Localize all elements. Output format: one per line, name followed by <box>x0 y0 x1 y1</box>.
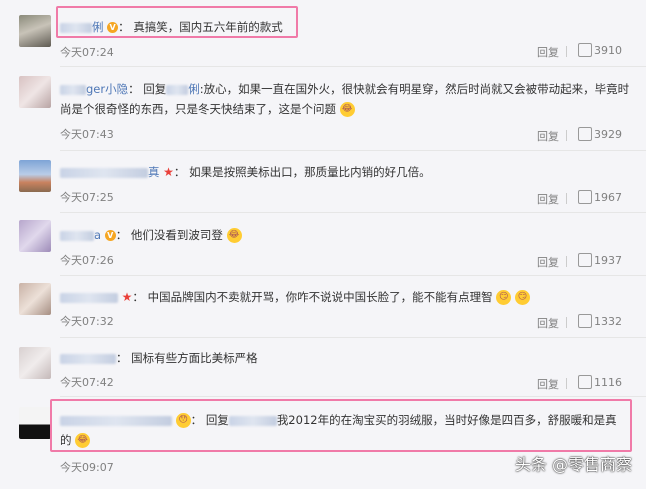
like-button[interactable]: 1116 <box>578 375 622 390</box>
comment-time: 今天07:25 <box>60 191 114 204</box>
comment-list: 俐 V： 真搞笑，国内五六年前的款式 今天07:24 回复 3910 ger小隐… <box>0 0 646 489</box>
username-blurred[interactable] <box>60 84 86 95</box>
avatar[interactable] <box>19 347 51 379</box>
username-blurred[interactable] <box>60 353 116 364</box>
row-divider <box>60 337 646 338</box>
divider <box>566 130 567 141</box>
like-button[interactable]: 1332 <box>578 314 622 329</box>
watermark: 头条 @零售商察 <box>514 455 632 474</box>
username-blurred[interactable] <box>60 292 118 303</box>
avatar[interactable] <box>19 220 51 252</box>
row-divider <box>60 212 646 213</box>
comment-text: 国标有些方面比美标严格 <box>131 351 258 365</box>
like-count: 3910 <box>594 44 622 57</box>
reply-target-blurred[interactable] <box>166 84 189 95</box>
username[interactable]: a <box>94 228 101 242</box>
star-badge-icon: ★ <box>121 290 133 304</box>
laughing-emoji-icon: 😂 <box>226 228 242 243</box>
like-count: 1967 <box>594 191 622 204</box>
grinning-emoji-icon: 😏 <box>496 290 512 305</box>
like-count: 3929 <box>594 128 622 141</box>
like-button[interactable]: 1967 <box>578 190 622 205</box>
divider <box>566 378 567 389</box>
reply-prefix: 回复 <box>143 82 167 96</box>
reply-button[interactable]: 回复 <box>537 44 559 60</box>
comment-time: 今天07:43 <box>60 128 114 141</box>
comment-body: ★： 中国品牌国内不卖就开骂，你咋不说说中国长脸了，能不能有点理智 😏 😏 <box>60 287 632 307</box>
comment-body: a V： 他们没看到波司登 😂 <box>60 225 632 245</box>
username-blurred[interactable] <box>60 230 94 241</box>
comment-text: 如果是按照美标出口，那质量比内销的好几倍。 <box>189 165 431 179</box>
username[interactable]: 真 <box>148 165 160 179</box>
thumbs-up-icon <box>578 127 592 141</box>
reply-button[interactable]: 回复 <box>537 254 559 270</box>
star-badge-icon: ★ <box>163 165 174 179</box>
reply-button[interactable]: 回复 <box>537 315 559 331</box>
reply-button[interactable]: 回复 <box>537 376 559 392</box>
avatar[interactable] <box>19 15 51 47</box>
reply-button[interactable]: 回复 <box>537 191 559 207</box>
divider <box>566 46 567 57</box>
row-divider <box>60 275 646 276</box>
divider <box>566 193 567 204</box>
like-count: 1116 <box>594 376 622 389</box>
avatar[interactable] <box>19 283 51 315</box>
highlight-box <box>56 6 298 38</box>
like-button[interactable]: 3929 <box>578 127 622 142</box>
comment-time: 今天07:26 <box>60 254 114 267</box>
highlight-box <box>50 399 632 452</box>
thumbs-up-icon <box>578 314 592 328</box>
avatar[interactable] <box>19 160 51 192</box>
grinning-emoji-icon: 😏 <box>514 290 530 305</box>
verified-badge-icon: V <box>104 230 116 241</box>
username[interactable]: ger小隐 <box>86 82 128 96</box>
comment-text: 他们没看到波司登 <box>130 228 223 242</box>
reply-button[interactable]: 回复 <box>537 128 559 144</box>
reply-target[interactable]: 俐 <box>188 82 200 96</box>
like-count: 1332 <box>594 315 622 328</box>
like-button[interactable]: 1937 <box>578 253 622 268</box>
comment-body: ： 国标有些方面比美标严格 <box>60 348 632 368</box>
divider <box>566 317 567 328</box>
comment-time: 今天07:24 <box>60 46 114 59</box>
row-divider <box>60 396 646 397</box>
username-blurred[interactable] <box>60 167 148 178</box>
thumbs-up-icon <box>578 190 592 204</box>
row-divider <box>60 66 646 67</box>
divider <box>566 256 567 267</box>
thumbs-up-icon <box>578 253 592 267</box>
comment-time: 今天07:42 <box>60 376 114 389</box>
like-count: 1937 <box>594 254 622 267</box>
avatar[interactable] <box>19 407 51 439</box>
like-button[interactable]: 3910 <box>578 43 622 58</box>
thumbs-up-icon <box>578 43 592 57</box>
comment-time: 今天09:07 <box>60 461 114 474</box>
avatar[interactable] <box>19 76 51 108</box>
comment-time: 今天07:32 <box>60 315 114 328</box>
comment-body: 真 ★： 如果是按照美标出口，那质量比内销的好几倍。 <box>60 162 632 182</box>
comment-text: 中国品牌国内不卖就开骂，你咋不说说中国长脸了，能不能有点理智 <box>147 290 493 304</box>
comment-body: ger小隐： 回复 俐:放心，如果一直在国外火，很快就会有明星穿，然后时尚就又会被… <box>60 82 630 117</box>
laughing-emoji-icon: 😂 <box>339 102 355 117</box>
row-divider <box>60 150 646 151</box>
thumbs-up-icon <box>578 375 592 389</box>
